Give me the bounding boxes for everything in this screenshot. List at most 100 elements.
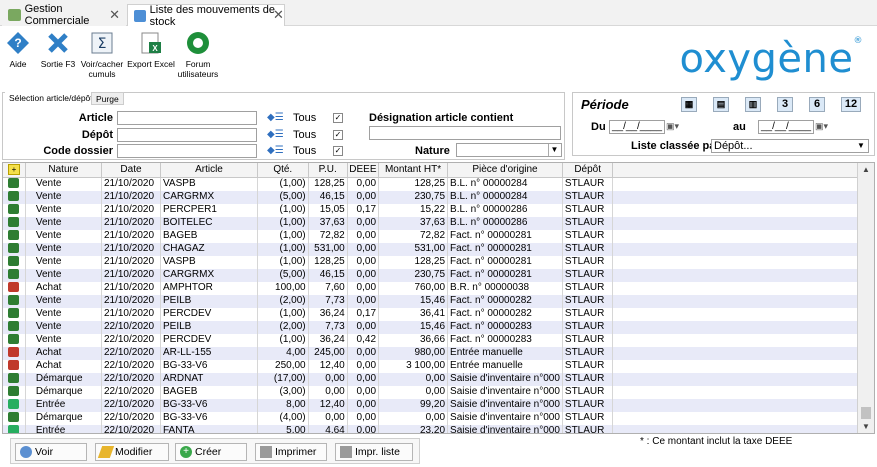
table-row[interactable]: Vente 21/10/2020 VASPB (1,00) 128,25 0,00 128,…: [3, 177, 874, 191]
calendar-dropdown-icon[interactable]: ▣▾: [815, 121, 828, 132]
calendar-week-button[interactable]: ▤: [713, 97, 729, 112]
list-select-icon[interactable]: ◆☰: [267, 146, 284, 156]
cell-date: 21/10/2020: [101, 242, 162, 256]
cell-article: PEILB: [160, 320, 258, 334]
tab-bar: Gestion Commerciale ✕ Liste des mouvemen…: [0, 0, 877, 28]
chevron-down-icon[interactable]: ▼: [855, 140, 867, 152]
table-row[interactable]: Vente 21/10/2020 BAGEB (1,00) 72,82 0,00 72,82…: [3, 229, 874, 243]
cell-filler: [613, 334, 874, 347]
cell-depot: STLAUR: [562, 307, 614, 321]
designation-input[interactable]: [369, 126, 561, 140]
tab-liste-mouvements[interactable]: Liste des mouvements de stock: [127, 4, 285, 28]
period-3-button[interactable]: 3: [777, 97, 793, 112]
cell-piece-origine: Fact. n° 00000281: [447, 268, 563, 282]
cell-date: 21/10/2020: [101, 294, 162, 308]
exit-button[interactable]: Sortie F3: [34, 30, 82, 69]
table-row[interactable]: Démarque 22/10/2020 ARDNAT (17,00) 0,00 0,00 0…: [3, 372, 874, 386]
cell-montant-ht: 0,00: [378, 385, 449, 399]
voir-button[interactable]: Voir: [15, 443, 87, 461]
cell-montant-ht: 128,25: [378, 177, 449, 191]
du-date-input[interactable]: __/__/____: [609, 120, 665, 134]
code-dossier-tous-checkbox[interactable]: ✓: [333, 146, 343, 156]
forum-icon: [185, 30, 211, 56]
header-nature[interactable]: Nature: [25, 163, 102, 178]
table-row[interactable]: Vente 21/10/2020 BOITELEC (1,00) 37,63 0,00 37…: [3, 216, 874, 230]
header-date[interactable]: Date: [101, 163, 162, 178]
table-row[interactable]: Vente 21/10/2020 PERCPER1 (1,00) 15,05 0,17 15…: [3, 203, 874, 217]
movement-type-icon: [3, 307, 26, 321]
scroll-thumb[interactable]: [861, 407, 871, 419]
close-tab-icon[interactable]: ✕: [273, 7, 284, 23]
scroll-up-icon[interactable]: ▲: [862, 165, 870, 174]
header-pu[interactable]: P.U.: [308, 163, 348, 178]
header-icon-col[interactable]: +: [3, 163, 26, 178]
depot-input[interactable]: [117, 128, 257, 142]
tab-gestion-commerciale[interactable]: Gestion Commerciale ✕: [2, 3, 126, 27]
cell-article: BG-33-V6: [160, 359, 258, 373]
cell-filler: [612, 372, 874, 386]
forum-button[interactable]: Forum utilisateurs: [174, 30, 222, 79]
header-article[interactable]: Article: [160, 163, 258, 178]
chevron-down-icon[interactable]: ▼: [548, 144, 560, 156]
cell-article: PERCPER1: [160, 203, 258, 217]
tab-selection-article-depot[interactable]: Sélection article/dépôt: [5, 92, 97, 105]
table-row[interactable]: Entrée 22/10/2020 BG-33-V6 8,00 12,40 0,00 99,…: [3, 398, 874, 412]
nature-select[interactable]: ▼: [456, 143, 562, 157]
table-row[interactable]: Achat 22/10/2020 AR-LL-155 4,00 245,00 0,00 98…: [3, 346, 874, 360]
calendar-day-button[interactable]: ▦: [681, 97, 697, 112]
article-tous-checkbox[interactable]: ✓: [333, 113, 343, 123]
header-deee[interactable]: DEEE: [347, 163, 380, 178]
table-row[interactable]: Vente 21/10/2020 CHAGAZ (1,00) 531,00 0,00 531…: [3, 242, 874, 256]
table-row[interactable]: Vente 21/10/2020 PEILB (2,00) 7,73 0,00 15,46 F…: [3, 294, 874, 308]
article-input[interactable]: [117, 111, 257, 125]
scroll-down-icon[interactable]: ▼: [862, 422, 870, 431]
header-depot[interactable]: Dépôt: [562, 163, 614, 178]
table-row[interactable]: Vente 21/10/2020 CARGRMX (5,00) 46,15 0,00 230…: [3, 268, 874, 282]
cell-depot: STLAUR: [562, 359, 614, 373]
table-row[interactable]: Achat 21/10/2020 AMPHTOR 100,00 7,60 0,00 760,…: [3, 281, 874, 295]
liste-classee-select[interactable]: Dépôt... ▼: [711, 139, 869, 153]
tab-label: Gestion Commerciale: [24, 3, 90, 27]
cell-pu: 15,05: [308, 203, 348, 217]
movement-type-icon: [3, 320, 26, 334]
table-row[interactable]: Entrée 22/10/2020 FANTA 5,00 4,64 0,00 23,20 Sa…: [3, 424, 874, 433]
impr-liste-button[interactable]: Impr. liste: [335, 443, 413, 461]
close-tab-icon[interactable]: ✕: [109, 7, 120, 23]
table-row[interactable]: Vente 21/10/2020 CARGRMX (5,00) 46,15 0,00 230…: [3, 190, 874, 204]
header-qte[interactable]: Qté.: [257, 163, 309, 178]
header-piece-origine[interactable]: Pièce d'origine: [447, 163, 563, 178]
movement-type-icon: [3, 333, 26, 347]
export-excel-button[interactable]: X Export Excel: [127, 30, 175, 69]
vertical-scrollbar[interactable]: ▲ ▼: [857, 163, 874, 433]
cell-article: VASPB: [160, 177, 258, 191]
table-row[interactable]: Démarque 22/10/2020 BAGEB (3,00) 0,00 0,00 0,0…: [3, 385, 874, 399]
table-row[interactable]: Vente 21/10/2020 PERCDEV (1,00) 36,24 0,17 36,…: [3, 307, 874, 321]
toggle-cumuls-button[interactable]: Σ Voir/cacher cumuls: [78, 30, 126, 79]
depot-tous-checkbox[interactable]: ✓: [333, 130, 343, 140]
tab-purge[interactable]: Purge: [91, 92, 124, 105]
table-row[interactable]: Démarque 22/10/2020 BG-33-V6 (4,00) 0,00 0,00…: [3, 411, 874, 425]
list-select-icon[interactable]: ◆☰: [267, 130, 284, 140]
modifier-button[interactable]: Modifier: [95, 443, 169, 461]
au-date-input[interactable]: __/__/____: [758, 120, 814, 134]
cell-date: 22/10/2020: [101, 359, 162, 373]
table-row[interactable]: Vente 21/10/2020 VASPB (1,00) 128,25 0,00 128,…: [3, 255, 874, 269]
code-dossier-input[interactable]: [117, 144, 257, 158]
cell-montant-ht: 0,00: [378, 372, 449, 386]
cell-montant-ht: 980,00: [378, 346, 449, 360]
period-6-button[interactable]: 6: [809, 97, 825, 112]
table-row[interactable]: Vente 22/10/2020 PERCDEV (1,00) 36,24 0,42 36,…: [3, 333, 874, 347]
cell-montant-ht: 15,46: [378, 320, 449, 334]
period-12-button[interactable]: 12: [841, 97, 861, 112]
table-row[interactable]: Vente 22/10/2020 PEILB (2,00) 7,73 0,00 15,46 F…: [3, 320, 874, 334]
list-select-icon[interactable]: ◆☰: [267, 113, 284, 123]
cell-article: FANTA: [160, 424, 258, 433]
creer-button[interactable]: + Créer: [175, 443, 247, 461]
cell-pu: 37,63: [308, 216, 348, 230]
imprimer-button[interactable]: Imprimer: [255, 443, 327, 461]
cell-pu: 0,00: [308, 385, 348, 399]
calendar-month-button[interactable]: ▥: [745, 97, 761, 112]
header-montant-ht[interactable]: Montant HT*: [378, 163, 449, 178]
table-row[interactable]: Achat 22/10/2020 BG-33-V6 250,00 12,40 0,00 3 …: [3, 359, 874, 373]
calendar-dropdown-icon[interactable]: ▣▾: [666, 121, 679, 132]
